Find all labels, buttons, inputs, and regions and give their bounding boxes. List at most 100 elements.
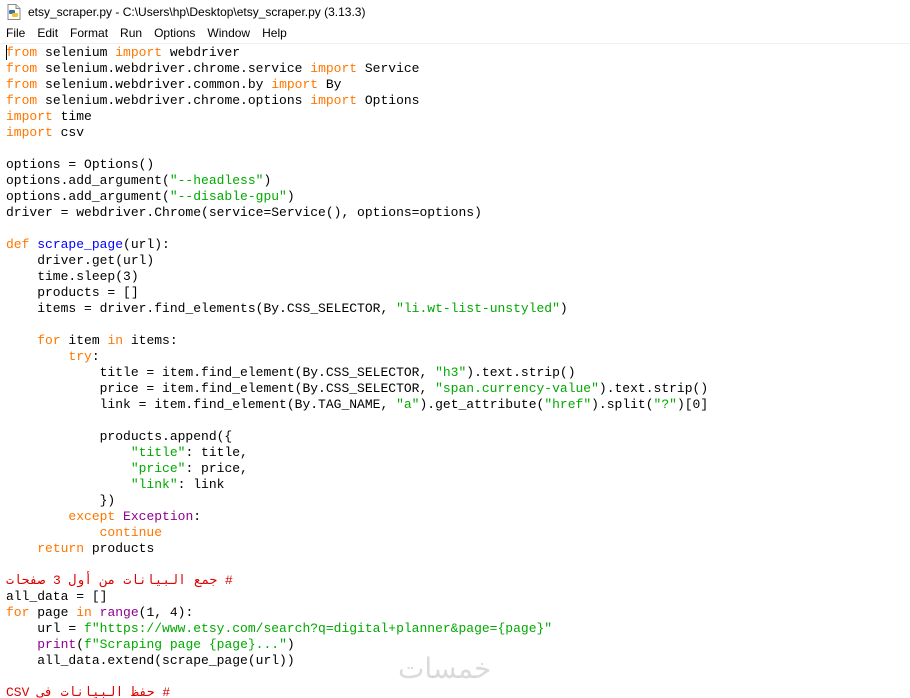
code-lines: from selenium import webdriver from selen… <box>6 45 708 698</box>
code-token: options.add_argument( <box>6 189 170 204</box>
code-token: : price, <box>185 461 248 476</box>
window-title: etsy_scraper.py - C:\Users\hp\Desktop\et… <box>28 5 366 19</box>
code-token: )[0] <box>676 397 709 412</box>
code-line: print(f"Scraping page {page}...") <box>6 637 708 653</box>
code-token: ).get_attribute( <box>419 397 545 412</box>
menu-format[interactable]: Format <box>64 25 114 42</box>
code-line: url = f"https://www.etsy.com/search?q=di… <box>6 621 708 637</box>
code-line: import time <box>6 109 708 125</box>
code-line: for item in items: <box>6 333 708 349</box>
code-token: ( <box>76 637 85 652</box>
code-token: "h3" <box>435 365 467 380</box>
code-token: all_data.extend(scrape_page(url)) <box>6 653 295 668</box>
code-token: ).text.strip() <box>466 365 576 380</box>
code-token: continue <box>99 525 163 540</box>
code-token: items = driver.find_elements(By.CSS_SELE… <box>6 301 397 316</box>
code-token: products.append({ <box>6 429 233 444</box>
menu-help[interactable]: Help <box>256 25 293 42</box>
code-token: Options <box>357 93 420 108</box>
code-line: from selenium.webdriver.common.by import… <box>6 77 708 93</box>
code-token: for <box>37 333 61 348</box>
code-token: options = Options() <box>6 157 155 172</box>
code-line: options.add_argument("--headless") <box>6 173 708 189</box>
code-line: title = item.find_element(By.CSS_SELECTO… <box>6 365 708 381</box>
menu-file[interactable]: File <box>0 25 31 42</box>
code-token: from <box>6 77 38 92</box>
code-line: products = [] <box>6 285 708 301</box>
code-token: products = [] <box>6 285 139 300</box>
python-file-icon <box>6 4 22 20</box>
menu-window[interactable]: Window <box>201 25 256 42</box>
code-token: from <box>6 61 38 76</box>
code-token: f"https://www.etsy.com/search?q=digital+… <box>84 621 553 636</box>
menu-edit[interactable]: Edit <box>31 25 64 42</box>
code-token: webdriver <box>162 45 241 60</box>
code-token: "link" <box>130 477 178 492</box>
code-token: Exception <box>123 509 194 524</box>
code-token: (1, 4): <box>138 605 194 620</box>
code-token: driver.get(url) <box>6 253 155 268</box>
menu-bar: File Edit Format Run Options Window Help <box>0 24 910 44</box>
code-token: By <box>318 77 342 92</box>
code-line: def scrape_page(url): <box>6 237 708 253</box>
code-token: items: <box>123 333 178 348</box>
code-token: ) <box>559 301 568 316</box>
code-token: "href" <box>544 397 592 412</box>
code-line: "price": price, <box>6 461 708 477</box>
code-token: ).text.strip() <box>598 381 709 396</box>
code-token: item <box>60 333 108 348</box>
code-token: "li.wt-list-unstyled" <box>396 301 560 316</box>
code-token: from <box>6 93 38 108</box>
code-token: import <box>310 93 358 108</box>
code-line: driver = webdriver.Chrome(service=Servic… <box>6 205 708 221</box>
code-line: from selenium.webdriver.chrome.service i… <box>6 61 708 77</box>
code-line: except Exception: <box>6 509 708 525</box>
code-token: print <box>37 637 77 652</box>
code-token: return <box>37 541 85 556</box>
code-token: url = <box>6 621 85 636</box>
code-token: (url): <box>123 237 170 252</box>
code-line: driver.get(url) <box>6 253 708 269</box>
title-bar: etsy_scraper.py - C:\Users\hp\Desktop\et… <box>0 0 910 24</box>
code-line: from selenium.webdriver.chrome.options i… <box>6 93 708 109</box>
code-line: # جمع البيانات من أول 3 صفحات <box>6 573 708 589</box>
code-token: price = item.find_element(By.CSS_SELECTO… <box>6 381 436 396</box>
code-token: except <box>68 509 116 524</box>
code-token: from <box>6 45 38 60</box>
code-comment: # جمع البيانات من أول 3 صفحات <box>6 573 233 588</box>
code-line: import csv <box>6 125 708 141</box>
code-line: options = Options() <box>6 157 708 173</box>
menu-run[interactable]: Run <box>114 25 148 42</box>
code-token: options.add_argument( <box>6 173 170 188</box>
code-token: ) <box>286 189 295 204</box>
code-token: in <box>76 605 92 620</box>
code-editor[interactable]: from selenium import webdriver from selen… <box>0 44 910 698</box>
code-line: options.add_argument("--disable-gpu") <box>6 189 708 205</box>
code-token: page <box>29 605 77 620</box>
code-token: import <box>310 61 358 76</box>
code-line: items = driver.find_elements(By.CSS_SELE… <box>6 301 708 317</box>
code-token: selenium.webdriver.common.by <box>37 77 272 92</box>
code-token: f"Scraping page {page}..." <box>84 637 287 652</box>
code-token: for <box>6 605 30 620</box>
code-token: ).split( <box>591 397 654 412</box>
menu-options[interactable]: Options <box>148 25 201 42</box>
code-token: : <box>193 509 202 524</box>
code-token: }) <box>6 493 116 508</box>
code-token: driver = webdriver.Chrome(service=Servic… <box>6 205 482 220</box>
code-token: time <box>52 109 92 124</box>
code-token: "title" <box>130 445 186 460</box>
code-token: : title, <box>185 445 248 460</box>
